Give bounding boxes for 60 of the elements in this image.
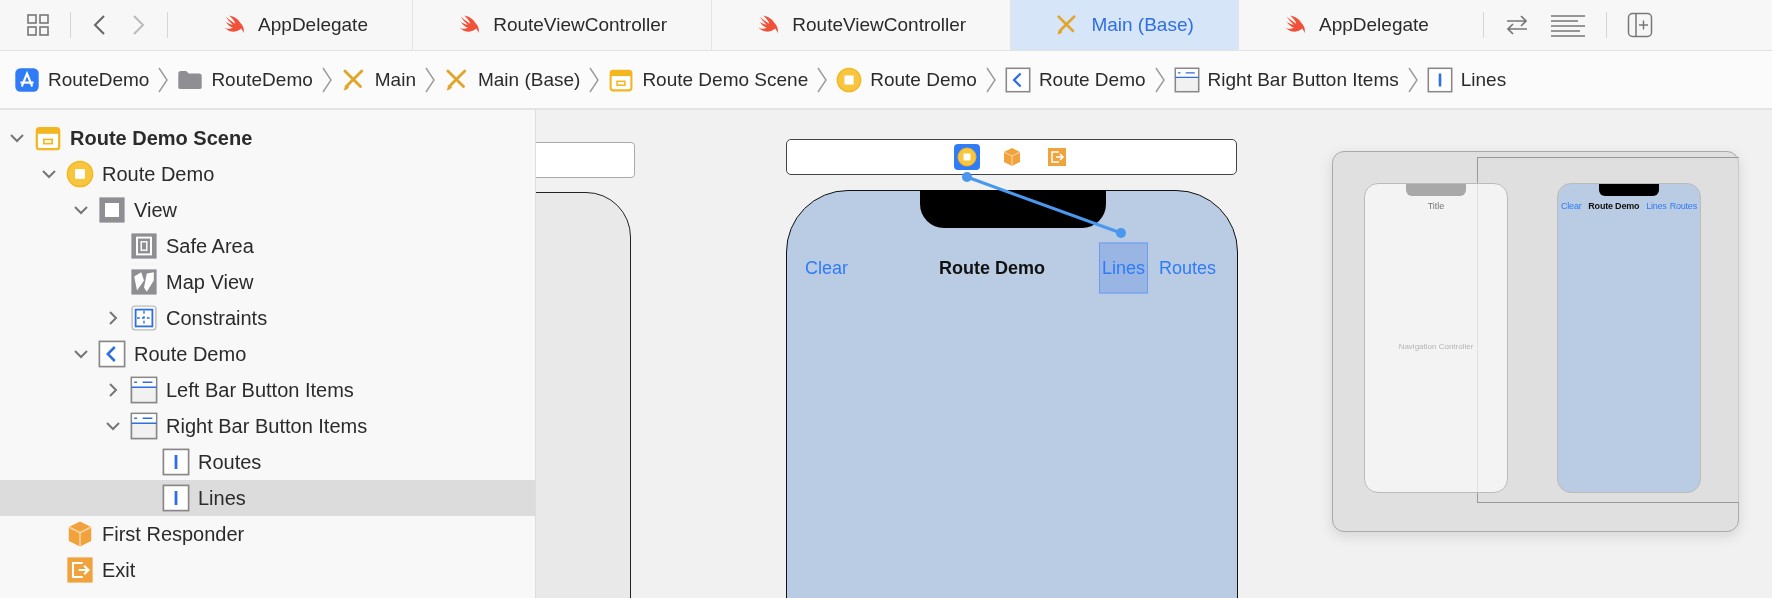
navigation-item-icon (1004, 66, 1031, 93)
constraints-icon (130, 304, 158, 332)
view-controller-icon (836, 66, 863, 93)
notch (1406, 184, 1466, 196)
outline-row[interactable]: Map View (0, 264, 535, 300)
breadcrumb-item[interactable]: Lines (1424, 66, 1509, 93)
thumbnail-nav-item: Lines (1646, 201, 1667, 211)
breadcrumb-item[interactable]: Route Demo (834, 66, 979, 93)
bar-items-icon (130, 376, 158, 404)
editor-tab[interactable]: Main (Base) (1010, 0, 1238, 50)
outline-row[interactable]: Exit (0, 552, 535, 588)
breadcrumb-item[interactable]: Route Demo (1002, 66, 1148, 93)
navigation-item-icon (98, 340, 126, 368)
breadcrumb-item[interactable]: RouteDemo (175, 66, 315, 93)
breadcrumb-item[interactable]: Route Demo Scene (606, 66, 811, 93)
outline-row[interactable]: First Responder (0, 516, 535, 552)
outline-row[interactable]: Routes (0, 444, 535, 480)
thumbnail-title: Title (1426, 201, 1446, 211)
bar-button-icon (162, 448, 190, 476)
bar-items-icon (130, 412, 158, 440)
breadcrumb-item[interactable]: Right Bar Button Items (1171, 66, 1401, 93)
cube-icon (1001, 147, 1022, 167)
add-editor-icon[interactable] (1627, 12, 1653, 38)
cube-icon (66, 520, 94, 548)
app-icon (14, 66, 40, 93)
outline-row[interactable]: View (0, 192, 535, 228)
outline-row[interactable]: Right Bar Button Items (0, 408, 535, 444)
map-view-icon (130, 268, 158, 296)
safe-area-icon (130, 232, 158, 260)
grid-icon[interactable] (26, 13, 50, 37)
thumbnail-nav-item: Clear (1561, 201, 1582, 211)
editor-tab[interactable]: AppDelegate (178, 0, 413, 50)
editor-tab[interactable]: AppDelegate (1237, 0, 1473, 50)
exit-icon (1046, 147, 1067, 167)
dock-item[interactable] (953, 144, 980, 170)
editor-tab[interactable]: RouteViewController (412, 0, 712, 50)
outline-row[interactable]: Route Demo (0, 336, 535, 372)
bar-button-icon (1426, 66, 1453, 93)
nav-title: Route Demo (939, 257, 1045, 279)
swap-arrows-icon[interactable] (1504, 13, 1530, 37)
exit-icon (66, 556, 94, 584)
outline-row[interactable]: Route Demo Scene (0, 120, 535, 156)
bar-items-icon (1173, 66, 1200, 93)
outline-row[interactable]: Route Demo (0, 156, 535, 192)
view-controller-icon (956, 147, 977, 167)
lines-icon[interactable] (1550, 13, 1586, 37)
outline-row[interactable]: Safe Area (0, 228, 535, 264)
breadcrumb-item[interactable]: Main (338, 66, 418, 93)
thumbnail-title: Route Demo (1588, 201, 1640, 211)
outline-row[interactable]: Left Bar Button Items (0, 372, 535, 408)
view-controller-icon (66, 160, 94, 188)
breadcrumb-item[interactable]: RouteDemo (12, 66, 152, 93)
bar-button-icon (162, 484, 190, 512)
outline-row[interactable]: Lines (0, 480, 535, 516)
outline-row[interactable]: Constraints (0, 300, 535, 336)
breadcrumb-item[interactable]: Main (Base) (441, 66, 583, 93)
view-icon (98, 196, 126, 224)
notch (1599, 184, 1659, 196)
thumbnail-nav-item: Routes (1669, 201, 1697, 211)
scene-icon (34, 124, 62, 152)
